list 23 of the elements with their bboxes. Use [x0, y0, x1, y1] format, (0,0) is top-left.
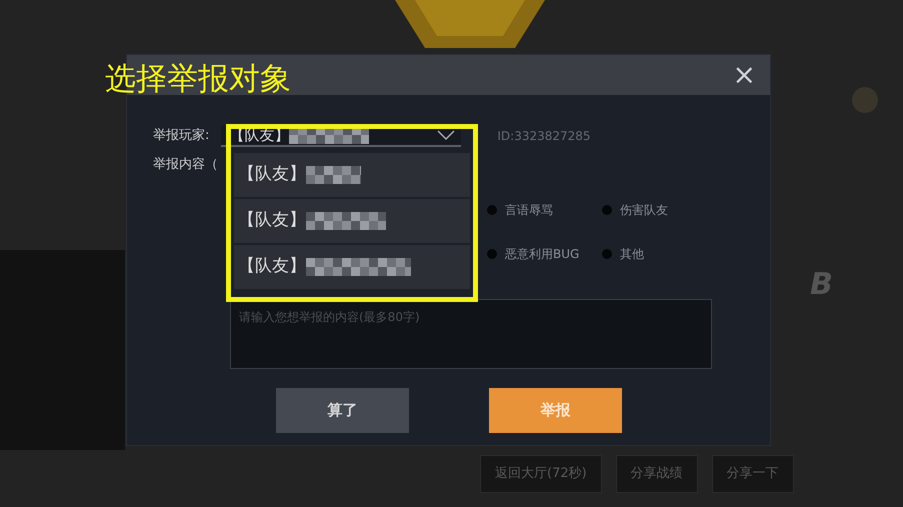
- pixelated-name: [306, 166, 361, 184]
- report-option[interactable]: 恶意利用BUG: [487, 245, 602, 263]
- report-option[interactable]: 伤害队友: [602, 201, 762, 219]
- game-action-button[interactable]: 分享战绩: [616, 455, 698, 492]
- radio-dot[interactable]: [602, 249, 612, 259]
- close-button[interactable]: ×: [728, 61, 760, 89]
- annotation-title: 选择举报对象: [105, 60, 291, 99]
- report-option[interactable]: 言语辱骂: [487, 201, 602, 219]
- report-option[interactable]: 其他: [602, 245, 762, 263]
- chevron-down-icon: [437, 129, 456, 141]
- radio-dot[interactable]: [487, 249, 497, 259]
- player-id: ID:3323827285: [497, 128, 591, 145]
- player-label: 举报玩家:: [153, 127, 210, 146]
- dropdown-item[interactable]: 【队友】: [234, 245, 470, 289]
- game-action-button[interactable]: 返回大厅(72秒): [480, 455, 602, 492]
- report-text-field[interactable]: 请输入您想举报的内容(最多80字): [230, 299, 712, 369]
- cancel-button[interactable]: 算了: [276, 388, 409, 433]
- dropdown-item[interactable]: 【队友】: [234, 199, 470, 243]
- radio-dot[interactable]: [487, 205, 497, 215]
- content-label: 举报内容（: [153, 156, 218, 174]
- game-action-button[interactable]: 分享一下: [712, 455, 794, 492]
- dropdown-item[interactable]: 【队友】: [234, 153, 470, 197]
- radio-dot[interactable]: [602, 205, 612, 215]
